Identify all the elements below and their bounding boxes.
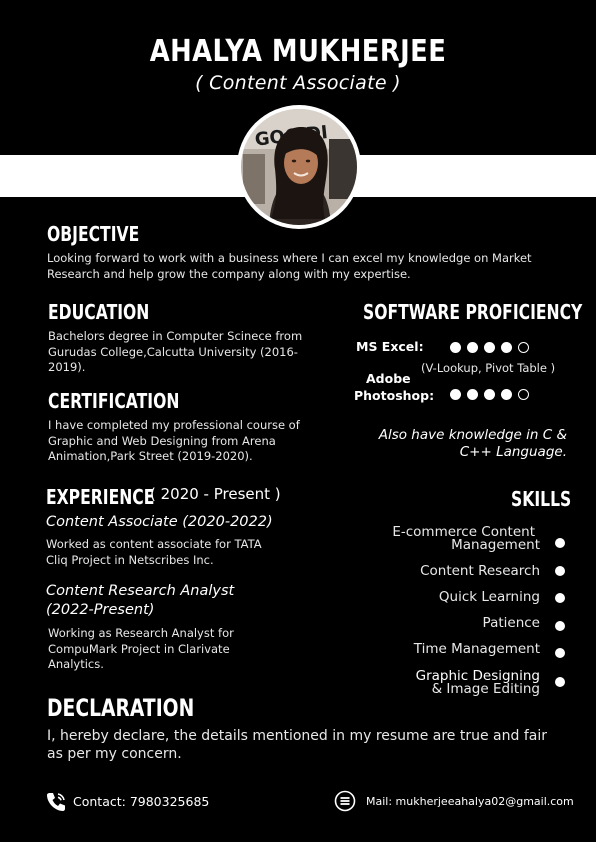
- excel-rating-dot: [467, 342, 478, 353]
- software-extra: Also have knowledge in C & C++ Language.: [379, 427, 567, 461]
- skill-5-bullet: [555, 648, 565, 658]
- certification-heading: CERTIFICATION: [48, 389, 180, 413]
- photoshop-label-line1: Adobe: [366, 371, 411, 386]
- photoshop-rating: [450, 389, 529, 400]
- job-1-role: Content Associate (2020-2022): [46, 514, 273, 530]
- software-heading: SOFTWARE PROFICIENCY: [363, 300, 583, 324]
- skill-4: Patience: [482, 615, 540, 631]
- software-extra-line2: C++ Language.: [459, 444, 567, 460]
- skill-6-line2: & Image Editing: [431, 681, 540, 697]
- phone-icon: [45, 791, 67, 817]
- skill-1-bullet: [555, 538, 565, 548]
- objective-heading: OBJECTIVE: [47, 222, 140, 246]
- candidate-name: AHALYA MUKHERJEE: [149, 34, 447, 69]
- skill-1-line2: Management: [451, 537, 540, 553]
- skill-6-bullet: [555, 677, 565, 687]
- software-extra-line1: Also have knowledge in C &: [378, 427, 567, 443]
- job-2-role-line1: Content Research Analyst: [46, 583, 235, 599]
- excel-label: MS Excel:: [356, 339, 424, 354]
- job-2-role-line2: (2022-Present): [46, 602, 155, 618]
- excel-rating-dot: [450, 342, 461, 353]
- experience-heading: EXPERIENCE: [46, 485, 155, 509]
- excel-rating-dot: [501, 342, 512, 353]
- photoshop-rating-dot: [450, 389, 461, 400]
- photoshop-rating-dot: [518, 389, 529, 400]
- profile-photo: GOO DI: [237, 105, 361, 229]
- excel-rating-dot: [518, 342, 529, 353]
- education-text: Bachelors degree in Computer Scinece fro…: [48, 329, 303, 374]
- mail-icon: [334, 790, 356, 812]
- photoshop-rating-dot: [501, 389, 512, 400]
- skill-3: Quick Learning: [438, 589, 540, 605]
- job-2-desc: Working as Research Analyst for CompuMar…: [48, 626, 234, 671]
- certification-text: I have completed my professional course …: [48, 418, 300, 463]
- skill-5: Time Management: [413, 641, 540, 657]
- contact-text: Contact: 7980325685: [73, 794, 210, 809]
- candidate-role: ( Content Associate ): [195, 72, 401, 94]
- skill-3-bullet: [555, 593, 565, 603]
- education-heading: EDUCATION: [48, 300, 150, 324]
- excel-rating: [450, 342, 529, 353]
- declaration-heading: DECLARATION: [47, 694, 195, 722]
- job-1-desc: Worked as content associate for TATA Cli…: [46, 537, 262, 567]
- excel-note: (V-Lookup, Pivot Table ): [421, 361, 556, 375]
- objective-text: Looking forward to work with a business …: [47, 251, 532, 281]
- experience-period: ( 2020 - Present ): [150, 485, 281, 503]
- skills-heading: SKILLS: [511, 487, 572, 511]
- skill-4-bullet: [555, 621, 565, 631]
- excel-rating-dot: [484, 342, 495, 353]
- photoshop-rating-dot: [467, 389, 478, 400]
- skill-2-bullet: [555, 566, 565, 576]
- mail-text: Mail: mukherjeeahalya02@gmail.com: [366, 795, 574, 808]
- skill-2: Content Research: [420, 563, 540, 579]
- photoshop-label-line2: Photoshop:: [354, 388, 435, 403]
- declaration-text: I, hereby declare, the details mentioned…: [47, 728, 547, 762]
- photoshop-rating-dot: [484, 389, 495, 400]
